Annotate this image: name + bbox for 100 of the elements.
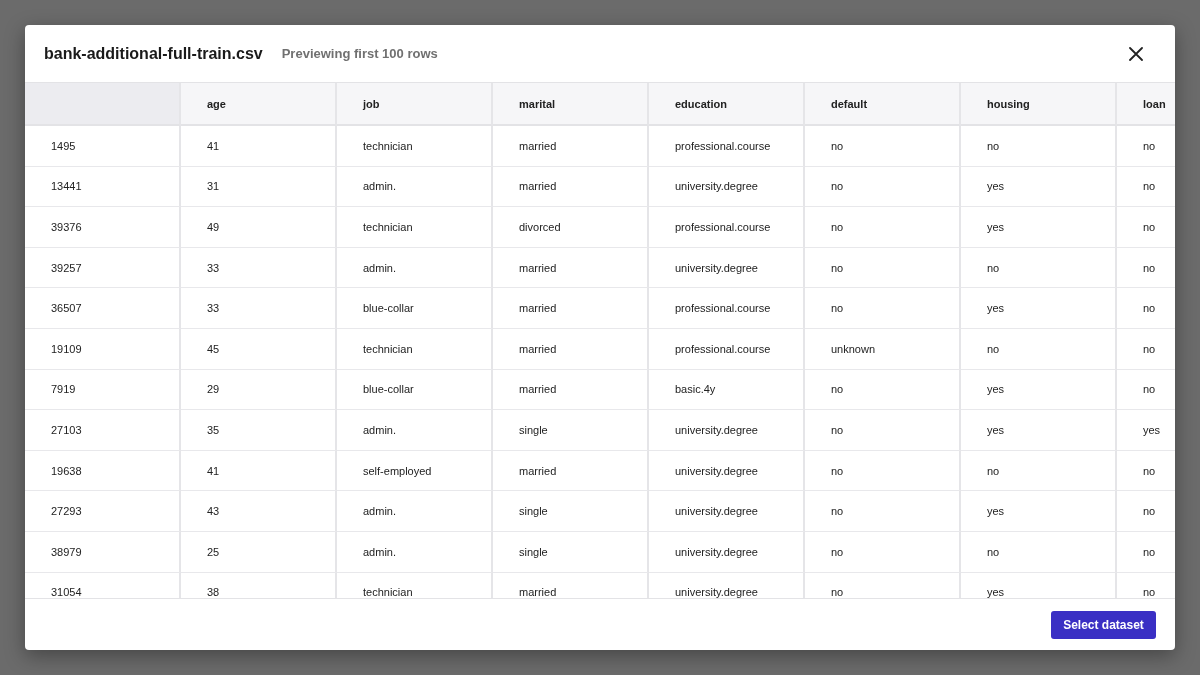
table-cell: single	[493, 531, 649, 573]
table-cell: university.degree	[649, 450, 805, 492]
table-cell: married	[493, 288, 649, 329]
row-index-cell: 7919	[25, 369, 181, 411]
table-cell: married	[493, 126, 649, 167]
table-cell: admin.	[337, 247, 493, 289]
column-header: housing	[961, 83, 1117, 126]
table-cell: blue-collar	[337, 369, 493, 411]
table-cell: no	[805, 288, 961, 329]
row-index-cell: 39257	[25, 247, 181, 289]
column-header: education	[649, 83, 805, 126]
table-cell: no	[961, 126, 1117, 167]
table-cell: 35	[181, 410, 337, 451]
table-cell: 29	[181, 369, 337, 411]
table-cell: no	[961, 247, 1117, 289]
table-cell: no	[805, 491, 961, 532]
table-cell: technician	[337, 126, 493, 167]
column-header: job	[337, 83, 493, 126]
table-cell: professional.course	[649, 288, 805, 329]
table-cell: 31	[181, 166, 337, 208]
dialog-subtitle: Previewing first 100 rows	[281, 46, 438, 61]
column-header: age	[181, 83, 337, 126]
table-cell: 45	[181, 328, 337, 370]
table-cell: no	[805, 126, 961, 167]
table-cell: no	[1117, 369, 1175, 411]
table-cell: yes	[961, 491, 1117, 532]
table-cell: single	[493, 491, 649, 532]
table-cell: yes	[961, 410, 1117, 451]
row-index-cell: 19638	[25, 450, 181, 492]
table-cell: yes	[1117, 410, 1175, 451]
table-cell: 43	[181, 491, 337, 532]
table-cell: no	[1117, 288, 1175, 329]
table-cell: admin.	[337, 410, 493, 451]
table-cell: 49	[181, 207, 337, 248]
row-index-cell: 36507	[25, 288, 181, 329]
table-cell: technician	[337, 572, 493, 598]
table-cell: technician	[337, 328, 493, 370]
table-cell: self-employed	[337, 450, 493, 492]
table-cell: no	[805, 531, 961, 573]
table-cell: university.degree	[649, 166, 805, 208]
table-cell: admin.	[337, 531, 493, 573]
table-cell: yes	[961, 207, 1117, 248]
row-index-cell: 27293	[25, 491, 181, 532]
table-cell: no	[1117, 531, 1175, 573]
table-cell: university.degree	[649, 572, 805, 598]
table-cell: 41	[181, 126, 337, 167]
table-cell: single	[493, 410, 649, 451]
table-cell: 38	[181, 572, 337, 598]
table-cell: 25	[181, 531, 337, 573]
table-cell: married	[493, 328, 649, 370]
row-index-cell: 39376	[25, 207, 181, 248]
column-header: marital	[493, 83, 649, 126]
table-cell: professional.course	[649, 328, 805, 370]
table-cell: no	[805, 410, 961, 451]
table-cell: university.degree	[649, 531, 805, 573]
table-cell: divorced	[493, 207, 649, 248]
table-cell: married	[493, 166, 649, 208]
select-dataset-button[interactable]: Select dataset	[1051, 610, 1156, 639]
table-cell: married	[493, 247, 649, 289]
table-cell: no	[805, 369, 961, 411]
table-cell: no	[805, 247, 961, 289]
table-cell: no	[1117, 328, 1175, 370]
table-cell: no	[1117, 207, 1175, 248]
table-cell: yes	[961, 166, 1117, 208]
table-cell: university.degree	[649, 491, 805, 532]
table-cell: no	[805, 450, 961, 492]
table-cell: professional.course	[649, 126, 805, 167]
table-cell: no	[1117, 450, 1175, 492]
table-cell: no	[805, 207, 961, 248]
table-cell: no	[1117, 126, 1175, 167]
row-index-cell: 38979	[25, 531, 181, 573]
close-button[interactable]	[1127, 44, 1145, 63]
row-index-cell: 27103	[25, 410, 181, 451]
table-cell: no	[805, 166, 961, 208]
table-cell: basic.4y	[649, 369, 805, 411]
table-cell: no	[1117, 166, 1175, 208]
table-cell: admin.	[337, 491, 493, 532]
table-cell: married	[493, 369, 649, 411]
table-cell: no	[1117, 491, 1175, 532]
table-cell: yes	[961, 369, 1117, 411]
table-cell: admin.	[337, 166, 493, 208]
table-cell: blue-collar	[337, 288, 493, 329]
table-cell: university.degree	[649, 247, 805, 289]
table-cell: no	[1117, 247, 1175, 289]
dialog-title: bank-additional-full-train.csv	[44, 44, 263, 63]
table-cell: professional.course	[649, 207, 805, 248]
table-cell: married	[493, 572, 649, 598]
table-cell: no	[805, 572, 961, 598]
table-cell: no	[961, 450, 1117, 492]
row-index-cell: 19109	[25, 328, 181, 370]
table-cell: technician	[337, 207, 493, 248]
table-cell: no	[961, 328, 1117, 370]
table-cell: 41	[181, 450, 337, 492]
close-icon	[1129, 46, 1143, 61]
table-cell: 33	[181, 288, 337, 329]
table-cell: university.degree	[649, 410, 805, 451]
row-index-cell: 1495	[25, 126, 181, 167]
row-index-cell: 13441	[25, 166, 181, 208]
table-cell: yes	[961, 288, 1117, 329]
table-cell: unknown	[805, 328, 961, 370]
